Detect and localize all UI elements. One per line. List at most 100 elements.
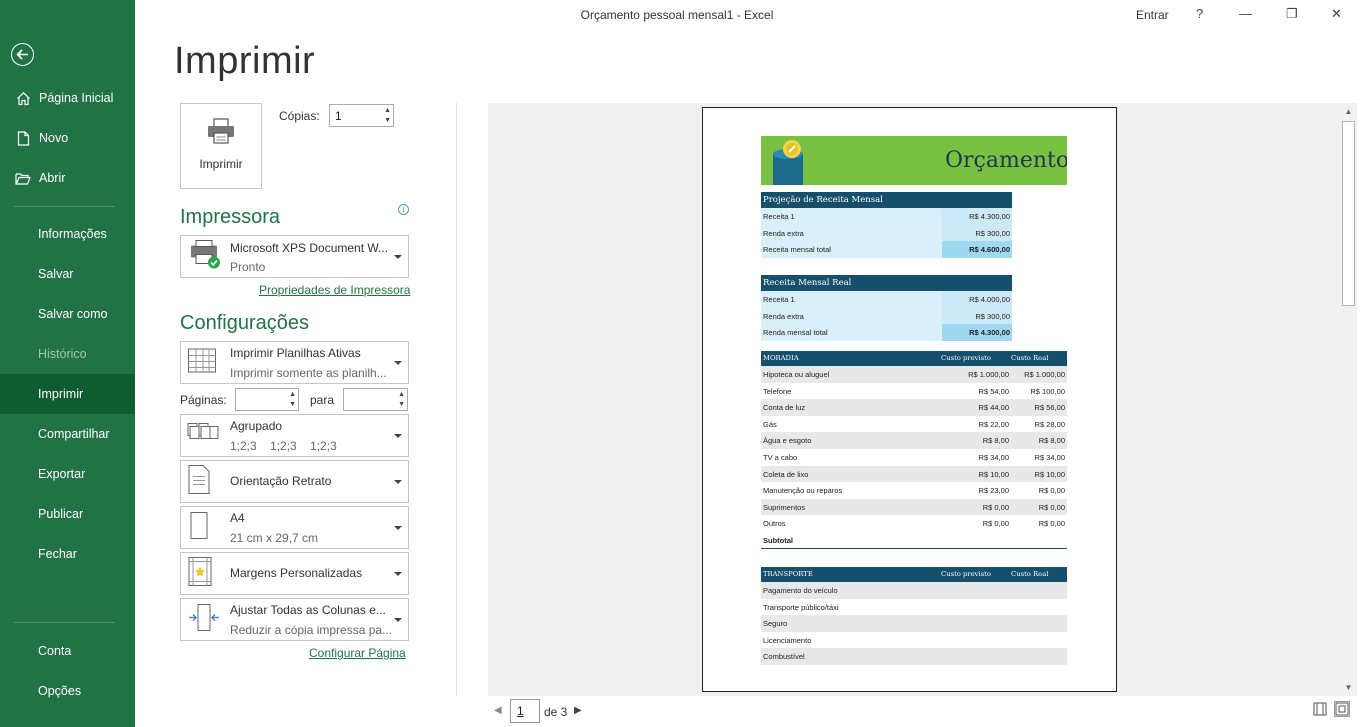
- chevron-down-icon: [394, 571, 402, 576]
- printer-icon: [181, 118, 261, 149]
- next-page-icon[interactable]: ▶: [574, 705, 582, 716]
- printer-heading: Impressora: [180, 206, 281, 228]
- print-button[interactable]: Imprimir: [180, 103, 262, 189]
- orientation-dropdown[interactable]: Orientação Retrato: [180, 460, 409, 503]
- spin-down-icon[interactable]: ▼: [384, 117, 391, 125]
- printer-properties-link[interactable]: Propriedades de Impressora: [259, 283, 410, 297]
- sign-in-link[interactable]: Entrar: [1136, 8, 1169, 22]
- portrait-page-icon: [187, 464, 211, 499]
- collation-dropdown[interactable]: Agrupado 1;2;3 1;2;3 1;2;3: [180, 414, 409, 457]
- nav-print[interactable]: Imprimir: [0, 374, 135, 414]
- column-header: Custo Real: [1011, 570, 1049, 578]
- column-header: Custo previsto: [941, 570, 991, 578]
- zoom-to-page-icon[interactable]: [1334, 701, 1350, 717]
- folder-open-icon: [14, 172, 32, 185]
- scroll-down-icon[interactable]: ▼: [1340, 679, 1357, 696]
- help-button[interactable]: ?: [1196, 6, 1203, 21]
- nav-open[interactable]: Abrir: [0, 158, 135, 198]
- row-label: Receita mensal total: [763, 245, 831, 255]
- cell: R$ 8,00: [1038, 436, 1065, 446]
- row-label: Renda extra: [763, 228, 804, 238]
- cell: R$ 0,00: [982, 519, 1009, 529]
- spin-up-icon[interactable]: ▲: [398, 391, 405, 399]
- table-row: Gás R$ 22,00 R$ 28,00: [761, 416, 1067, 433]
- scrollbar-thumb[interactable]: [1342, 121, 1355, 306]
- nav-options[interactable]: Opções: [0, 671, 135, 711]
- cell: R$ 0,00: [1038, 486, 1065, 496]
- row-value: R$ 4.300,00: [942, 324, 1012, 341]
- table-row: Transporte público/táxi: [761, 599, 1067, 616]
- printer-status: Pronto: [230, 260, 266, 274]
- nav-share[interactable]: Compartilhar: [0, 414, 135, 454]
- nav-history: Histórico: [0, 334, 135, 374]
- nav-label: Conta: [38, 644, 72, 658]
- column-header: Custo Real: [1011, 354, 1049, 362]
- spin-down-icon[interactable]: ▼: [289, 401, 296, 409]
- close-button[interactable]: ✕: [1331, 6, 1342, 22]
- cell: R$ 1.000,00: [1024, 370, 1065, 379]
- printer-name: Microsoft XPS Document W...: [230, 241, 389, 255]
- nav-save[interactable]: Salvar: [0, 254, 135, 294]
- page-title: Imprimir: [174, 40, 316, 82]
- chevron-down-icon: [394, 525, 402, 530]
- scroll-up-icon[interactable]: ▲: [1340, 103, 1357, 120]
- cell: R$ 10,00: [978, 469, 1009, 479]
- nav-label: Abrir: [39, 171, 66, 185]
- nav-info[interactable]: Informações: [0, 214, 135, 254]
- table-row: Receita mensal total R$ 4.600,00: [761, 241, 1012, 258]
- table-header: MORADIA Custo previsto Custo Real: [761, 351, 1067, 366]
- pages-label: Páginas:: [180, 393, 227, 407]
- spin-down-icon[interactable]: ▼: [398, 401, 405, 409]
- fit-columns-icon: [187, 602, 221, 637]
- page-setup-link[interactable]: Configurar Página: [309, 646, 406, 660]
- collation-sub: 1;2;3 1;2;3 1;2;3: [230, 439, 337, 453]
- margins-dropdown[interactable]: Margens Personalizadas: [180, 552, 409, 595]
- preview-scrollbar[interactable]: ▲ ▼: [1340, 103, 1357, 696]
- nav-save-as[interactable]: Salvar como: [0, 294, 135, 334]
- print-what-dropdown[interactable]: Imprimir Planilhas Ativas Imprimir somen…: [180, 341, 409, 384]
- row-value: R$ 4.300,00: [942, 208, 1012, 225]
- nav-label: Fechar: [38, 547, 77, 561]
- copies-input[interactable]: 1 ▲ ▼: [329, 104, 394, 127]
- cell: R$ 34,00: [978, 452, 1009, 462]
- restore-button[interactable]: ❐: [1286, 6, 1298, 22]
- backstage-nav: Página Inicial Novo Abrir Informações Sa…: [0, 0, 135, 727]
- nav-account[interactable]: Conta: [0, 631, 135, 671]
- nav-close[interactable]: Fechar: [0, 534, 135, 574]
- printer-dropdown[interactable]: Microsoft XPS Document W... Pronto: [180, 235, 409, 278]
- nav-divider: [14, 622, 115, 623]
- table-row: Renda mensal total R$ 4.300,00: [761, 324, 1012, 341]
- minimize-button[interactable]: —: [1239, 6, 1252, 21]
- back-arrow-icon[interactable]: [11, 43, 34, 66]
- print-button-label: Imprimir: [199, 157, 243, 171]
- housing-table: MORADIA Custo previsto Custo Real Hipote…: [761, 351, 1067, 549]
- info-icon[interactable]: i: [398, 204, 409, 215]
- cell: Coleta de lixo: [763, 469, 809, 479]
- actual-income-table: Receita Mensal Real Receita 1 R$ 4.000,00…: [761, 275, 1012, 341]
- table-header: TRANSPORTE Custo previsto Custo Real: [761, 567, 1067, 582]
- nav-home[interactable]: Página Inicial: [0, 78, 135, 118]
- chevron-down-icon: [394, 433, 402, 438]
- table-row: Renda extra R$ 300,00: [761, 224, 1012, 242]
- show-margins-icon[interactable]: [1313, 702, 1327, 716]
- spin-up-icon[interactable]: ▲: [384, 107, 391, 115]
- spin-up-icon[interactable]: ▲: [289, 391, 296, 399]
- row-value: R$ 300,00: [942, 224, 1012, 242]
- cell: R$ 34,00: [1034, 452, 1065, 462]
- pages-from-input[interactable]: ▲ ▼: [235, 388, 299, 411]
- table-row: Água e esgoto R$ 8,00 R$ 8,00: [761, 432, 1067, 449]
- nav-new[interactable]: Novo: [0, 118, 135, 158]
- cell: Transporte público/táxi: [763, 602, 839, 612]
- page-number-input[interactable]: 1: [510, 699, 540, 723]
- scaling-dropdown[interactable]: Ajustar Todas as Colunas e... Reduzir a …: [180, 598, 409, 641]
- nav-export[interactable]: Exportar: [0, 454, 135, 494]
- previous-page-icon[interactable]: ◀: [494, 705, 502, 716]
- nav-label: Salvar como: [38, 307, 108, 321]
- paper-size-dropdown[interactable]: A4 21 cm x 29,7 cm: [180, 506, 409, 549]
- nav-label: Página Inicial: [39, 91, 114, 105]
- cell: R$ 23,00: [978, 486, 1009, 496]
- row-value: R$ 4.600,00: [942, 241, 1012, 258]
- pages-to-label: para: [310, 393, 335, 407]
- nav-publish[interactable]: Publicar: [0, 494, 135, 534]
- pages-to-input[interactable]: ▲ ▼: [343, 388, 408, 411]
